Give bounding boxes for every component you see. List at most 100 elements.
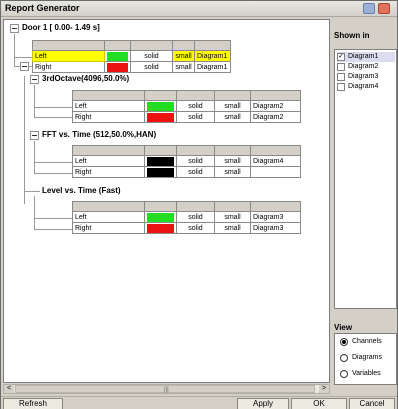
- line-style[interactable]: solid: [130, 50, 173, 62]
- scroll-right-icon[interactable]: >: [319, 385, 329, 393]
- tree-line: [34, 229, 72, 230]
- checkbox-checked-icon[interactable]: ✓: [337, 53, 345, 61]
- table-row[interactable]: Left solid small Diagram3: [72, 211, 301, 223]
- window-title: Report Generator: [5, 3, 80, 13]
- line-style[interactable]: solid: [176, 111, 215, 123]
- diagram-checkbox-item[interactable]: Diagram3: [337, 72, 395, 82]
- tree-line: [34, 173, 72, 174]
- line-style[interactable]: solid: [176, 100, 215, 112]
- tree-line: [34, 218, 72, 219]
- table-row[interactable]: Left solid small Diagram4: [72, 155, 301, 167]
- refresh-button[interactable]: Refresh: [3, 398, 63, 409]
- minimize-button[interactable]: [363, 3, 375, 14]
- scroll-left-icon[interactable]: <: [4, 385, 14, 393]
- table-row[interactable]: Right solid small Diagram3: [72, 222, 301, 234]
- group-label-fft: FFT vs. Time (512,50.0%,HAN): [42, 130, 157, 139]
- color-swatch[interactable]: [144, 222, 177, 234]
- channel-name: Left: [72, 211, 145, 223]
- cancel-button[interactable]: Cancel: [349, 398, 395, 409]
- diagram-checkbox-item[interactable]: Diagram4: [337, 82, 395, 92]
- root-collapse-icon[interactable]: [10, 24, 19, 33]
- radio-label: Variables: [352, 370, 381, 377]
- channel-name: Right: [72, 222, 145, 234]
- diagram-cell[interactable]: Diagram1: [194, 61, 231, 73]
- line-style[interactable]: solid: [130, 61, 173, 73]
- color-swatch[interactable]: [144, 111, 177, 123]
- radio-icon[interactable]: [340, 354, 348, 362]
- color-swatch[interactable]: [104, 50, 131, 62]
- view-title: View: [334, 323, 353, 332]
- line-size[interactable]: small: [214, 111, 251, 123]
- report-generator-window: Report Generator Door 1 [ 0.00- 1.49 s] …: [0, 0, 398, 409]
- line-style[interactable]: solid: [176, 211, 215, 223]
- diagram-checkbox-item[interactable]: ✓ Diagram1: [337, 52, 395, 62]
- radio-selected-icon[interactable]: [340, 338, 348, 346]
- diagram-cell[interactable]: Diagram3: [250, 211, 301, 223]
- group-collapse-icon[interactable]: [30, 75, 39, 84]
- color-swatch[interactable]: [144, 100, 177, 112]
- ok-button[interactable]: OK: [291, 398, 347, 409]
- channel-table-level: Left solid small Diagram3 Right solid sm…: [72, 201, 301, 234]
- line-size[interactable]: small: [214, 211, 251, 223]
- tree-line: [24, 191, 40, 192]
- table-header-row: [72, 90, 301, 101]
- channel-name: Right: [32, 61, 105, 73]
- color-swatch[interactable]: [144, 211, 177, 223]
- tree-line: [34, 107, 72, 108]
- checkbox-icon[interactable]: [337, 83, 345, 91]
- line-size[interactable]: small: [214, 166, 251, 178]
- tree-line: [34, 196, 35, 229]
- tree-line: [34, 117, 72, 118]
- line-size[interactable]: small: [172, 61, 195, 73]
- tree-line: [14, 57, 32, 58]
- table-row[interactable]: Right solid small Diagram1: [32, 61, 231, 73]
- radio-label: Diagrams: [352, 354, 382, 361]
- footer-bar: Refresh Apply OK Cancel: [1, 396, 397, 409]
- radio-label: Channels: [352, 338, 382, 345]
- group-label-level-vs-time: Level vs. Time (Fast): [42, 186, 121, 195]
- diagram-label: Diagram3: [348, 73, 379, 80]
- line-size[interactable]: small: [214, 222, 251, 234]
- channel-table-3rd-octave: Left solid small Diagram2 Right solid sm…: [72, 90, 301, 123]
- line-size[interactable]: small: [214, 155, 251, 167]
- table-row[interactable]: Left solid small Diagram2: [72, 100, 301, 112]
- title-bar[interactable]: Report Generator: [1, 1, 397, 17]
- channel-name: Left: [72, 155, 145, 167]
- group-collapse-icon[interactable]: [30, 131, 39, 140]
- checkbox-icon[interactable]: [337, 73, 345, 81]
- channel-table-fft: Left solid small Diagram4 Right solid sm…: [72, 145, 301, 178]
- group-label-3rd-octave: 3rdOctave(4096,50.0%): [42, 74, 130, 83]
- table-row[interactable]: Right solid small Diagram2: [72, 111, 301, 123]
- diagram-checkbox-item[interactable]: Diagram2: [337, 62, 395, 72]
- diagram-cell[interactable]: Diagram4: [250, 155, 301, 167]
- line-style[interactable]: solid: [176, 155, 215, 167]
- table-row[interactable]: Left solid small Diagram1: [32, 50, 231, 62]
- line-size[interactable]: small: [172, 50, 195, 62]
- diagram-cell[interactable]: Diagram2: [250, 100, 301, 112]
- grip-icon: |||: [164, 387, 169, 393]
- diagram-cell[interactable]: Diagram3: [250, 222, 301, 234]
- color-swatch[interactable]: [144, 166, 177, 178]
- diagram-label: Diagram4: [348, 83, 379, 90]
- channel-tree: Door 1 [ 0.00- 1.49 s] Left solid small …: [3, 19, 330, 383]
- right-row-collapse-icon[interactable]: [20, 62, 29, 71]
- checkbox-icon[interactable]: [337, 63, 345, 71]
- horizontal-scrollbar[interactable]: < ||| >: [3, 384, 330, 394]
- scrollbar-thumb[interactable]: |||: [15, 385, 315, 393]
- color-swatch[interactable]: [104, 61, 131, 73]
- diagram-cell[interactable]: Diagram2: [250, 111, 301, 123]
- diagram-cell[interactable]: Diagram1: [194, 50, 231, 62]
- color-swatch[interactable]: [144, 155, 177, 167]
- view-options: Channels Diagrams Variables: [334, 333, 397, 385]
- line-style[interactable]: solid: [176, 166, 215, 178]
- line-size[interactable]: small: [214, 100, 251, 112]
- diagram-cell[interactable]: [250, 166, 301, 178]
- radio-icon[interactable]: [340, 370, 348, 378]
- table-row[interactable]: Right solid small: [72, 166, 301, 178]
- line-style[interactable]: solid: [176, 222, 215, 234]
- close-button[interactable]: [378, 3, 390, 14]
- apply-button[interactable]: Apply: [237, 398, 289, 409]
- root-node-label: Door 1 [ 0.00- 1.49 s]: [22, 23, 100, 32]
- shown-in-title: Shown in: [334, 31, 370, 40]
- diagram-label: Diagram1: [348, 53, 379, 60]
